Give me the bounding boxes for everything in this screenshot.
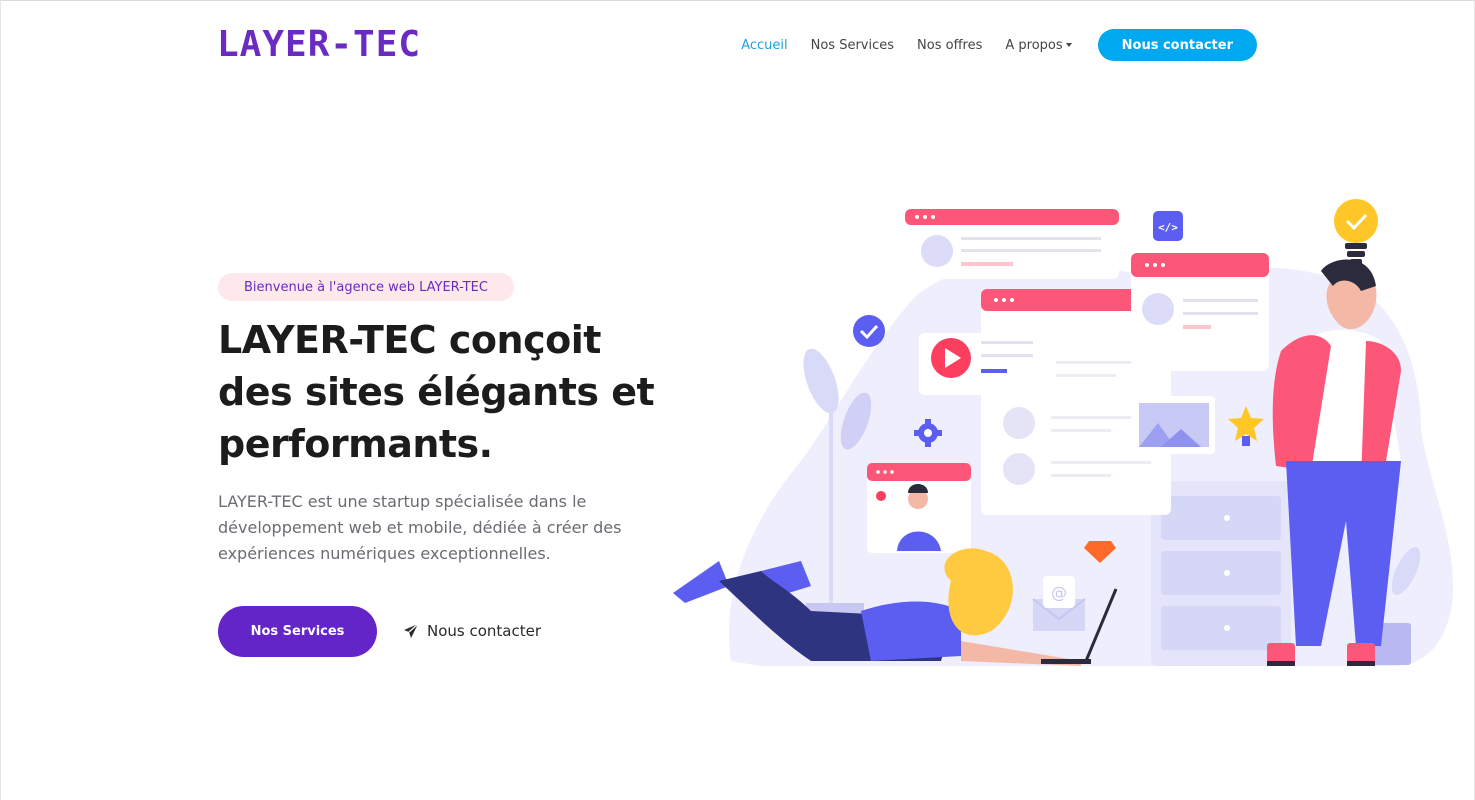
- contact-link-label: Nous contacter: [427, 622, 542, 640]
- nav-link-a-propos-label: A propos: [1005, 37, 1063, 53]
- site-logo[interactable]: LAYER-TEC: [217, 25, 421, 65]
- drawer-cabinet: [1151, 481, 1291, 666]
- nav-link-accueil[interactable]: Accueil: [741, 38, 787, 53]
- nav-contact-button[interactable]: Nous contacter: [1097, 29, 1257, 61]
- services-button[interactable]: Nos Services: [218, 606, 377, 657]
- page: LAYER-TEC Accueil Nos Services Nos offre…: [0, 0, 1475, 800]
- lightbulb-icon: [1334, 199, 1378, 265]
- nav-link-a-propos[interactable]: A propos: [1005, 37, 1072, 53]
- main-nav: Accueil Nos Services Nos offres A propos…: [718, 28, 1257, 62]
- check-badge-icon: [853, 315, 885, 347]
- contact-link[interactable]: Nous contacter: [403, 619, 541, 643]
- video-card: [919, 333, 1043, 395]
- hero-illustration: </> @: [673, 199, 1454, 666]
- nav-link-nos-services[interactable]: Nos Services: [811, 38, 894, 53]
- paper-plane-icon: [404, 623, 419, 638]
- code-icon: </>: [1153, 211, 1183, 241]
- navbar: LAYER-TEC Accueil Nos Services Nos offre…: [1, 1, 1474, 89]
- caret-down-icon: [1065, 43, 1072, 47]
- image-card: [1131, 396, 1215, 454]
- window-top: [905, 209, 1119, 279]
- svg-text:@: @: [1051, 583, 1067, 602]
- hero-title: LAYER-TEC conçoit des sites élégants et …: [218, 318, 655, 466]
- welcome-badge: Bienvenue à l'agence web LAYER-TEC: [218, 273, 514, 301]
- svg-text:</>: </>: [1158, 221, 1178, 234]
- window-right: [1131, 253, 1269, 371]
- hero-description: LAYER-TEC est une startup spécialisée da…: [218, 492, 622, 563]
- video-call-window: [867, 463, 971, 553]
- nav-link-nos-offres[interactable]: Nos offres: [917, 38, 982, 53]
